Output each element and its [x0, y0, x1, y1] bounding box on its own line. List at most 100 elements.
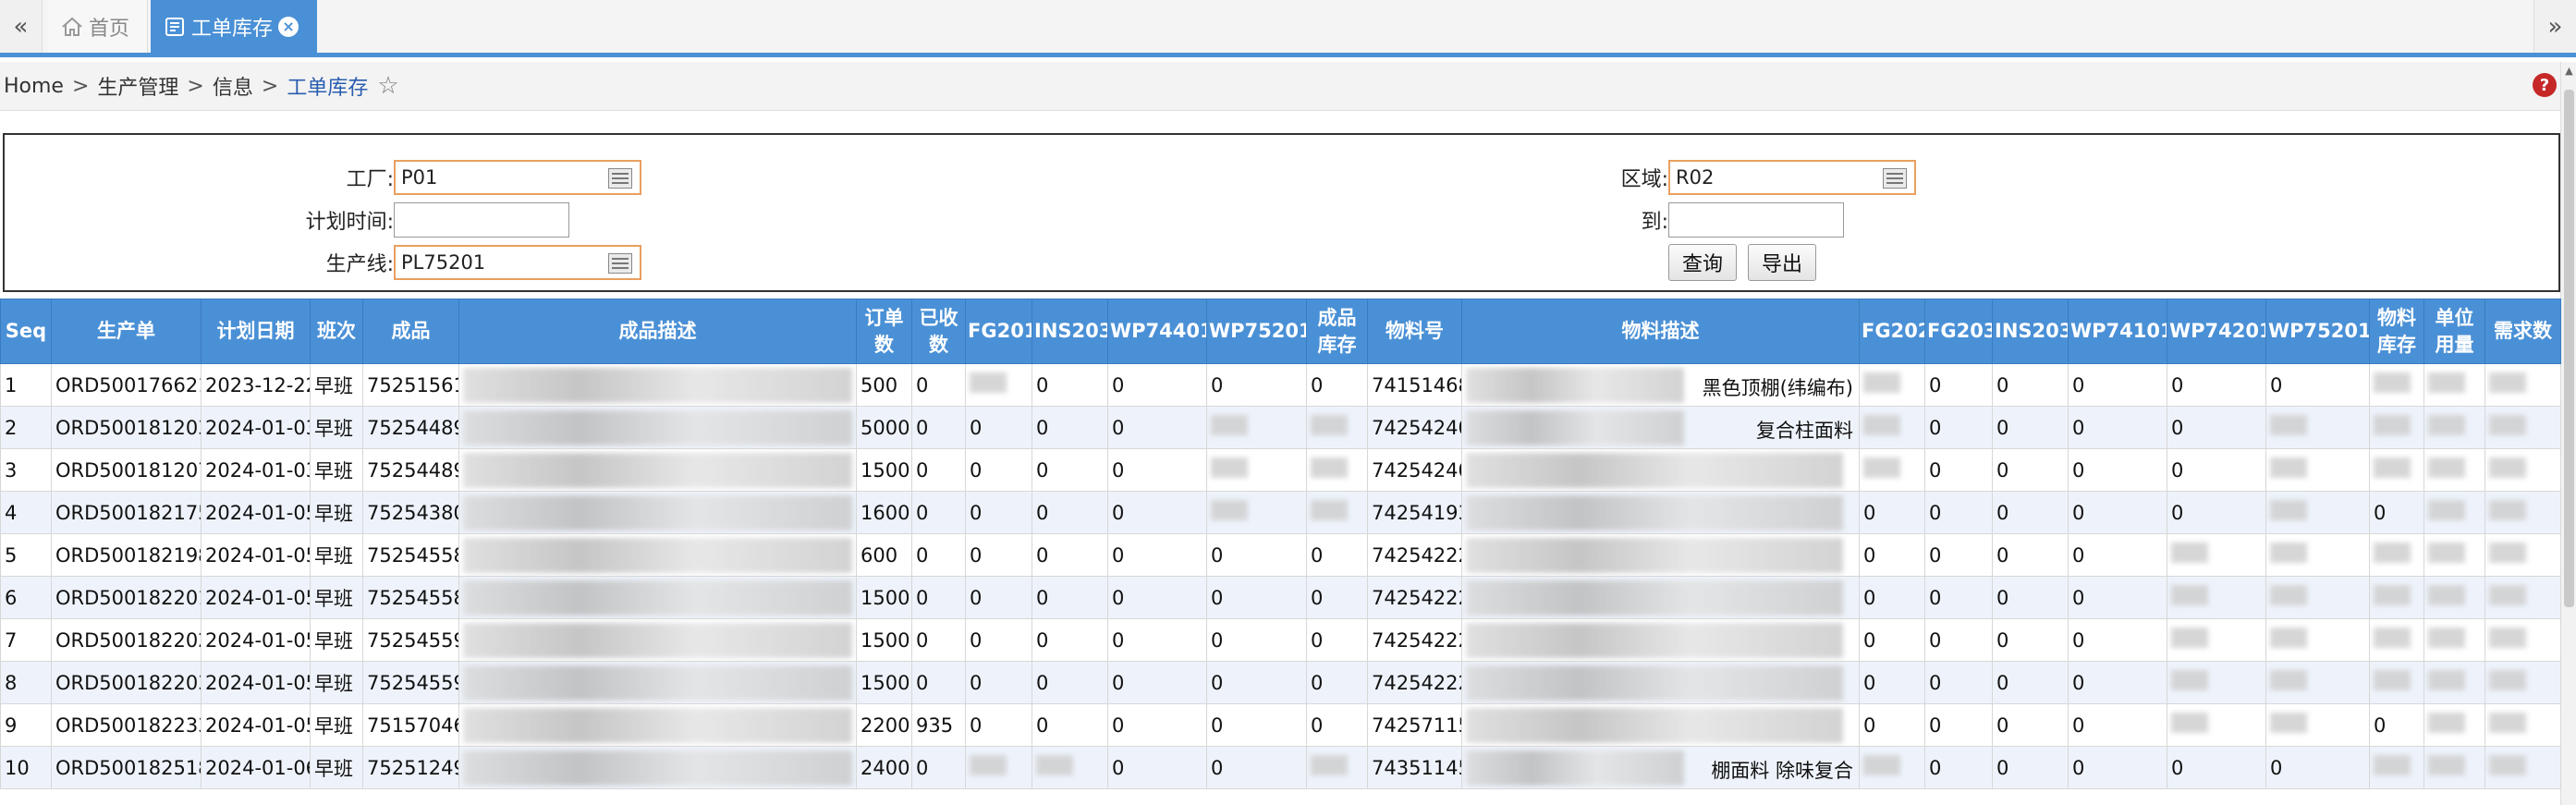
redacted-value	[1863, 755, 1900, 775]
column-header[interactable]: 物料描述	[1461, 299, 1860, 364]
line-field[interactable]: PL75201	[394, 245, 641, 280]
column-header[interactable]: WP74401	[1107, 299, 1207, 364]
table-row[interactable]: 5 ORD500182198 2024-01-05 早班 75254558 600 0 0 0 0…	[0, 533, 2561, 577]
tab-scroll-left-button[interactable]: «	[0, 0, 43, 53]
column-header[interactable]: Seq	[0, 299, 52, 364]
table-row[interactable]: 9 ORD500182233 2024-01-05 早班 75157046 2200 935…	[0, 703, 2561, 747]
table-cell-recv: 0	[911, 448, 966, 492]
column-header[interactable]: 物料号	[1367, 299, 1462, 364]
column-header[interactable]: FG203	[1924, 299, 1993, 364]
export-button[interactable]: 导出	[1748, 244, 1816, 281]
breadcrumb-info[interactable]: 信息	[213, 71, 253, 101]
factory-field[interactable]: P01	[394, 160, 641, 195]
plan-time-field[interactable]	[394, 202, 569, 238]
table-cell-unit	[2423, 363, 2485, 407]
redacted-text	[463, 367, 852, 403]
table-row[interactable]: 1 ORD500176621 2023-12-22 早班 75251561 500 0 0 0 0…	[0, 363, 2561, 407]
table-cell-fg201: 0	[965, 576, 1032, 619]
redacted-value	[2489, 628, 2526, 648]
column-header[interactable]: 需求数	[2484, 299, 2561, 364]
redacted-text	[463, 537, 852, 573]
table-row[interactable]: 10 ORD500182518 2024-01-06 早班 75251249 2400 0 0…	[0, 746, 2561, 789]
breadcrumb-production[interactable]: 生产管理	[97, 71, 178, 101]
column-header[interactable]: INS203	[1032, 299, 1108, 364]
query-button[interactable]: 查询	[1668, 244, 1737, 281]
redacted-value	[2428, 372, 2465, 393]
column-header[interactable]: WP74101	[2068, 299, 2167, 364]
table-cell-desc	[458, 448, 857, 492]
table-cell-wp74101: 0	[2068, 661, 2167, 704]
table-cell-recv: 0	[911, 406, 966, 449]
table-row[interactable]: 7 ORD500182202 2024-01-05 早班 75254559 1500 0 0 0…	[0, 618, 2561, 662]
table-cell-order: ORD500181203	[51, 406, 201, 449]
table-cell-wp75201: 0	[1206, 618, 1307, 662]
redacted-text	[463, 665, 852, 701]
scrollbar-thumb[interactable]	[2564, 90, 2574, 607]
star-icon[interactable]: ☆	[377, 72, 398, 100]
redacted-text	[463, 622, 852, 658]
table-row[interactable]: 6 ORD500182201 2024-01-05 早班 75254558 1500 0 0 0…	[0, 576, 2561, 619]
column-header[interactable]: FG202	[1859, 299, 1925, 364]
tab-work-order-stock[interactable]: 工单库存 ×	[151, 0, 317, 53]
table-cell-fg202	[1859, 448, 1925, 492]
table-cell-date: 2024-01-05	[201, 533, 311, 577]
lookup-icon[interactable]	[608, 168, 632, 189]
table-row[interactable]: 2 ORD500181203 2024-01-03 早班 75254489 5000 0 0 0…	[0, 406, 2561, 449]
table-cell-date: 2024-01-05	[201, 661, 311, 704]
table-cell-qty: 600	[856, 533, 912, 577]
table-cell-wp75201b	[2265, 406, 2370, 449]
table-cell-desc	[458, 703, 857, 747]
close-circle-icon[interactable]: ×	[278, 16, 299, 37]
table-cell-wp74201	[2167, 661, 2266, 704]
table-cell-product: 75254559	[362, 661, 459, 704]
column-header[interactable]: 成品	[362, 299, 459, 364]
table-cell-order: ORD500182203	[51, 661, 201, 704]
area-field[interactable]: R02	[1668, 160, 1916, 195]
column-header[interactable]: WP74201	[2167, 299, 2266, 364]
column-header[interactable]: WP75201	[1206, 299, 1307, 364]
column-header[interactable]: 成品库存	[1306, 299, 1368, 364]
redacted-value	[2428, 415, 2465, 435]
table-cell-product: 75251561	[362, 363, 459, 407]
column-header[interactable]: FG201	[965, 299, 1032, 364]
table-cell-ins203: 0	[1032, 576, 1108, 619]
column-header[interactable]: 已收数	[911, 299, 966, 364]
table-cell-wp74401: 0	[1107, 618, 1207, 662]
table-cell-fg203: 0	[1924, 661, 1993, 704]
table-row[interactable]: 4 ORD500182175 2024-01-05 早班 75254380 1600 0 0 0…	[0, 491, 2561, 534]
tab-scroll-right-button[interactable]: »	[2533, 0, 2576, 53]
breadcrumb-home[interactable]: Home	[4, 75, 64, 98]
redacted-value	[2374, 457, 2411, 478]
column-header[interactable]: INS203	[1992, 299, 2069, 364]
scroll-up-icon[interactable]: ▲	[2561, 62, 2576, 79]
column-header[interactable]: 成品描述	[458, 299, 857, 364]
table-cell-unit	[2423, 491, 2485, 534]
column-header[interactable]: WP75201	[2265, 299, 2370, 364]
column-header[interactable]: 班次	[310, 299, 363, 364]
table-row[interactable]: 8 ORD500182203 2024-01-05 早班 75254559 1500 0 0 0…	[0, 661, 2561, 704]
table-cell-need	[2484, 406, 2561, 449]
table-row[interactable]: 3 ORD500181207 2024-01-03 早班 75254489 1500 0 0 0…	[0, 448, 2561, 492]
table-cell-mdesc	[1461, 533, 1860, 577]
lookup-icon[interactable]	[608, 253, 632, 274]
vertical-scrollbar[interactable]: ▲	[2560, 62, 2576, 805]
tab-home[interactable]: 首页	[48, 0, 148, 53]
table-cell-order: ORD500176621	[51, 363, 201, 407]
column-header[interactable]: 订单数	[856, 299, 912, 364]
lookup-icon[interactable]	[1883, 168, 1907, 189]
column-header[interactable]: 生产单	[51, 299, 201, 364]
redacted-value	[2270, 670, 2307, 690]
table-cell-need	[2484, 448, 2561, 492]
redacted-value	[2428, 755, 2465, 775]
table-cell-mdesc	[1461, 576, 1860, 619]
column-header[interactable]: 计划日期	[201, 299, 311, 364]
column-header[interactable]: 物料库存	[2369, 299, 2424, 364]
column-header[interactable]: 单位用量	[2423, 299, 2485, 364]
redacted-text	[1466, 580, 1843, 616]
to-field[interactable]	[1668, 202, 1844, 238]
table-cell-mat: 74151468	[1367, 363, 1462, 407]
breadcrumb-separator: >	[261, 74, 279, 98]
table-cell-ins203: 0	[1032, 448, 1108, 492]
double-chevron-right-icon: »	[2547, 12, 2563, 41]
help-icon[interactable]: ?	[2533, 73, 2557, 97]
